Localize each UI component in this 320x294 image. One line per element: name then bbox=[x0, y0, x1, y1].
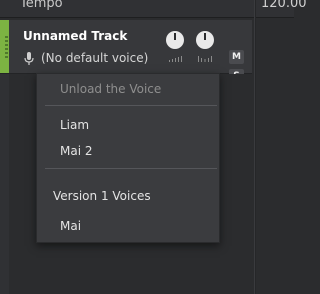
menu-separator bbox=[45, 168, 217, 169]
volume-scale-icon bbox=[169, 56, 182, 62]
microphone-icon bbox=[24, 52, 34, 65]
voice-item-liam[interactable]: Liam bbox=[37, 114, 242, 136]
voice-item-mai[interactable]: Mai bbox=[37, 215, 242, 237]
track-name[interactable]: Unnamed Track bbox=[23, 29, 127, 43]
mute-button[interactable]: M bbox=[229, 50, 244, 64]
voice-menu: Unload the Voice Liam Mai 2 Version 1 Vo… bbox=[36, 73, 220, 243]
drag-handle-icon[interactable] bbox=[5, 36, 8, 58]
voice-selector[interactable]: (No default voice) bbox=[41, 51, 148, 65]
menu-separator bbox=[45, 105, 217, 106]
pan-scale-icon bbox=[198, 56, 212, 62]
unload-voice-item[interactable]: Unload the Voice bbox=[37, 78, 242, 100]
voice-item-mai-2[interactable]: Mai 2 bbox=[37, 140, 242, 162]
track-gutter bbox=[0, 74, 9, 294]
version-1-voices-header: Version 1 Voices bbox=[53, 189, 151, 203]
volume-knob[interactable] bbox=[166, 31, 184, 49]
tempo-label: Tempo bbox=[20, 0, 63, 11]
pan-knob[interactable] bbox=[196, 31, 214, 49]
track-header[interactable]: Unnamed Track (No default voice) M S bbox=[0, 20, 252, 83]
timeline-divider-shadow bbox=[255, 0, 256, 294]
tempo-value[interactable]: 120.00 bbox=[261, 0, 307, 11]
tempo-lane-header: Tempo 120.00 bbox=[0, 0, 307, 18]
